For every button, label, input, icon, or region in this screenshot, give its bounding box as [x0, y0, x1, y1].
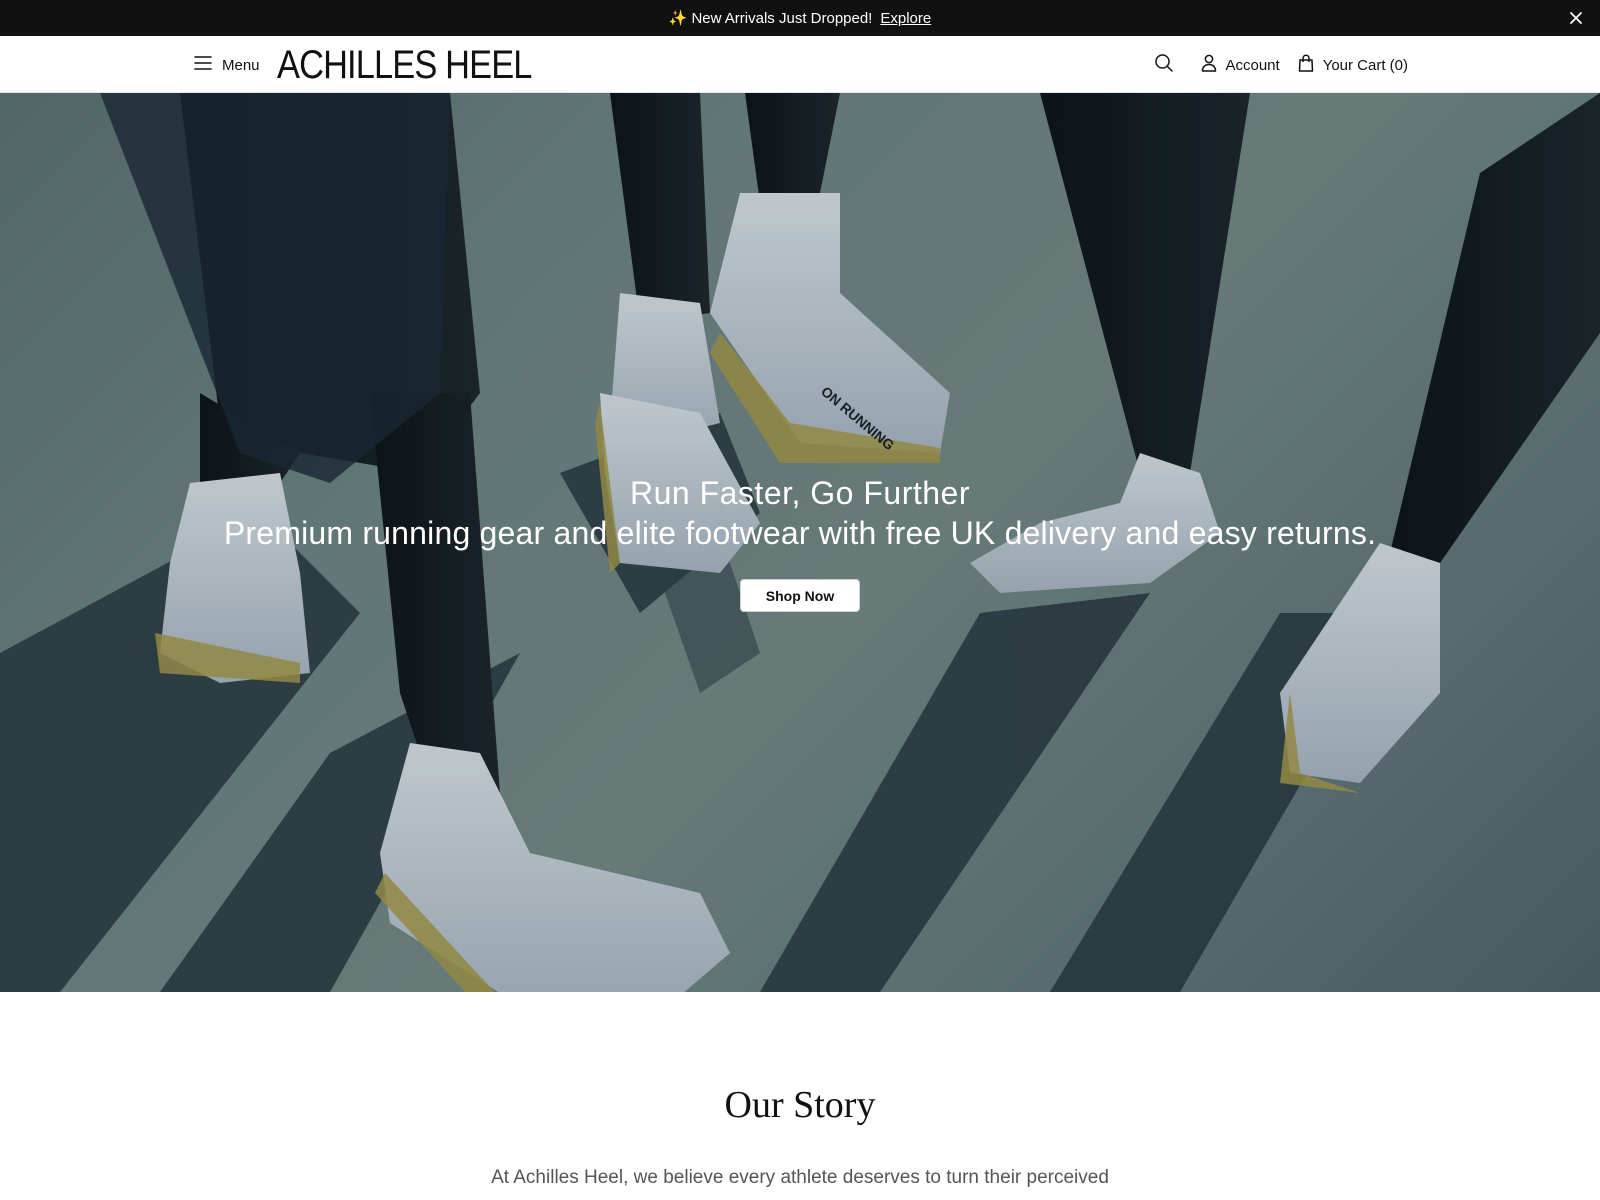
- story-text: At Achilles Heel, we believe every athle…: [491, 1167, 1109, 1188]
- search-icon: [1154, 53, 1174, 78]
- user-icon: [1201, 54, 1217, 76]
- hamburger-icon: [194, 55, 212, 75]
- account-button[interactable]: Account: [1201, 54, 1280, 76]
- site-header: Menu ACHILLES HEEL Account Your Cart (0): [0, 36, 1600, 93]
- shopping-bag-icon: [1298, 54, 1314, 76]
- announcement-message: New Arrivals Just Dropped!: [691, 9, 873, 27]
- close-icon[interactable]: [1564, 6, 1588, 30]
- shop-now-button[interactable]: Shop Now: [740, 579, 860, 612]
- header-actions: Account Your Cart (0): [1149, 50, 1408, 80]
- story-title: Our Story: [724, 1084, 876, 1126]
- site-logo[interactable]: ACHILLES HEEL: [277, 44, 532, 86]
- hero-subtitle: Premium running gear and elite footwear …: [223, 515, 1377, 551]
- account-label: Account: [1225, 56, 1280, 74]
- cart-label: Your Cart (0): [1322, 56, 1408, 74]
- announcement-explore-link[interactable]: Explore: [880, 10, 931, 27]
- search-button[interactable]: [1149, 50, 1179, 80]
- hero-title: Run Faster, Go Further: [629, 475, 970, 511]
- menu-button[interactable]: Menu: [194, 52, 260, 78]
- hero-text: Run Faster, Go Further Premium running g…: [0, 473, 1600, 553]
- cart-button[interactable]: Your Cart (0): [1298, 54, 1408, 76]
- menu-label: Menu: [222, 56, 260, 74]
- announcement-bar: ✨ New Arrivals Just Dropped! Explore: [0, 0, 1600, 36]
- sparkle-icon: ✨: [668, 10, 688, 27]
- hero-banner: ON RUNNING Run Faster, Go Further Premiu…: [0, 93, 1600, 992]
